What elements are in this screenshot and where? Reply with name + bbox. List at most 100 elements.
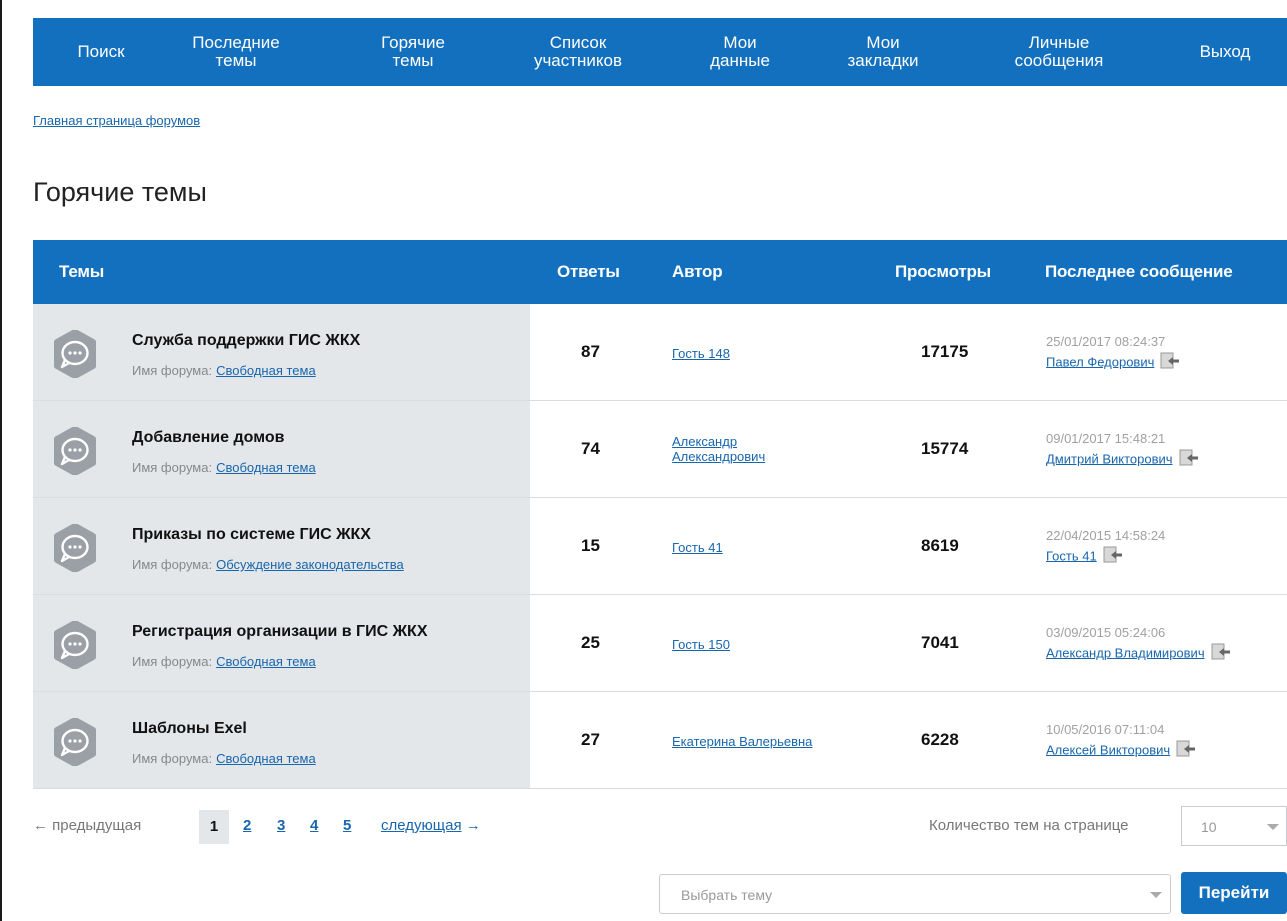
go-to-post-icon[interactable] [1176,740,1196,762]
last-message-author-link[interactable]: Павел Федорович [1046,354,1154,369]
page-link-5[interactable]: 5 [343,817,351,834]
views-count: 6228 [921,730,959,749]
chat-bubble-icon [51,717,99,767]
table-row: Служба поддержки ГИС ЖКХ Имя форума: Свобо… [33,304,1287,401]
page-link-2[interactable]: 2 [243,817,251,834]
page-link-4[interactable]: 4 [310,817,318,834]
last-message-date: 10/05/2016 07:11:04 [1046,722,1165,737]
forum-label: Имя форума: [132,654,213,669]
page-title: Горячие темы [33,177,207,207]
forum-label: Имя форума: [132,557,213,572]
chevron-down-icon [1150,892,1162,898]
nav-my-data[interactable]: Мои данные [710,34,770,70]
author-link[interactable]: Екатерина Валерьевна [672,734,812,749]
nav-hot-topics[interactable]: Горячие темы [381,34,445,70]
forum-label: Имя форума: [132,460,213,475]
pagination-prev: ← предыдущая [33,817,142,834]
forum-link[interactable]: Свободная тема [216,460,316,475]
pagination-next-label: следующая [381,817,462,834]
replies-count: 87 [581,342,600,361]
per-page-select[interactable]: 10 [1181,806,1287,846]
per-page-label: Количество тем на странице [929,817,1129,834]
table-row: Приказы по системе ГИС ЖКХ Имя форума: Обс… [33,498,1287,595]
chevron-down-icon [1267,824,1279,830]
page-current: 1 [199,810,229,844]
views-count: 8619 [921,536,959,555]
table-row: Регистрация организации в ГИС ЖКХ Имя фор… [33,595,1287,692]
topic-title[interactable]: Добавление домов [132,429,284,447]
last-message-author-link[interactable]: Дмитрий Викторович [1046,451,1173,466]
topic-title[interactable]: Регистрация организации в ГИС ЖКХ [132,623,427,641]
header-topics[interactable]: Темы [59,262,104,282]
chat-bubble-icon [51,620,99,670]
last-message-author-link[interactable]: Александр Владимирович [1046,645,1205,660]
topic-title[interactable]: Шаблоны Exel [132,720,247,738]
go-to-post-icon[interactable] [1103,546,1123,568]
forum-link[interactable]: Свободная тема [216,654,316,669]
page-link-3[interactable]: 3 [277,817,285,834]
forum-link[interactable]: Обсуждение законодательства [216,557,404,572]
nav-my-bookmarks[interactable]: Мои закладки [847,34,918,70]
table-row: Шаблоны Exel Имя форума: Свободная тема 27 Е… [33,692,1287,789]
last-message-author: Александр Владимирович [1046,643,1256,665]
chat-bubble-icon [51,426,99,476]
forum-info: Имя форума: Свободная тема [132,363,316,378]
topic-select[interactable]: Выбрать тему [659,874,1171,914]
replies-count: 27 [581,730,600,749]
go-button[interactable]: Перейти [1181,872,1287,914]
header-author[interactable]: Автор [672,262,723,282]
arrow-right-icon: → [465,817,481,834]
topic-select-placeholder: Выбрать тему [681,887,773,903]
window-border [0,0,2,921]
last-message-author: Алексей Викторович [1046,740,1256,762]
forum-label: Имя форума: [132,751,213,766]
forum-link[interactable]: Свободная тема [216,751,316,766]
topic-cell [33,304,530,400]
topic-title[interactable]: Приказы по системе ГИС ЖКХ [132,526,371,544]
nav-members-list[interactable]: Список участников [534,34,622,70]
go-to-post-icon[interactable] [1211,643,1231,665]
topic-cell [33,498,530,594]
go-to-post-icon[interactable] [1160,352,1180,374]
last-message-author: Гость 41 [1046,546,1256,568]
header-last-message[interactable]: Последнее сообщение [1045,262,1233,282]
header-views[interactable]: Просмотры [895,262,991,282]
forum-info: Имя форума: Свободная тема [132,654,316,669]
last-message-author-link[interactable]: Гость 41 [1046,548,1097,563]
last-message-date: 22/04/2015 14:58:24 [1046,528,1166,543]
views-count: 17175 [921,342,969,361]
replies-count: 25 [581,633,600,652]
last-message-author: Павел Федорович [1046,352,1256,374]
author-link[interactable]: Гость 41 [672,540,723,555]
nav-logout[interactable]: Выход [1200,43,1251,61]
nav-private-messages[interactable]: Личные сообщения [1015,34,1104,70]
forum-link[interactable]: Свободная тема [216,363,316,378]
table-row: Добавление домов Имя форума: Свободная тем… [33,401,1287,498]
replies-count: 15 [581,536,600,555]
nav-search[interactable]: Поиск [77,43,124,61]
author-link[interactable]: Гость 148 [672,346,730,361]
author-link[interactable]: Гость 150 [672,637,730,652]
forum-info: Имя форума: Свободная тема [132,460,316,475]
topic-cell [33,692,530,788]
top-navigation: Поиск Последние темы Горячие темы Список… [33,18,1287,86]
per-page-value: 10 [1201,819,1217,835]
chat-bubble-icon [51,329,99,379]
views-count: 7041 [921,633,959,652]
nav-recent-topics[interactable]: Последние темы [192,34,279,70]
last-message-date: 03/09/2015 05:24:06 [1046,625,1166,640]
topic-cell [33,401,530,497]
last-message-date: 25/01/2017 08:24:37 [1046,334,1166,349]
go-to-post-icon[interactable] [1179,449,1199,471]
author-link[interactable]: Александр Александрович [672,434,765,464]
row-divider [33,788,1287,789]
pagination-next[interactable]: следующая → [381,817,481,834]
breadcrumb-forums-home[interactable]: Главная страница форумов [33,113,200,128]
forum-info: Имя форума: Свободная тема [132,751,316,766]
topic-title[interactable]: Служба поддержки ГИС ЖКХ [132,332,360,350]
forum-label: Имя форума: [132,363,213,378]
header-replies[interactable]: Ответы [557,262,620,282]
forum-info: Имя форума: Обсуждение законодательства [132,557,404,572]
last-message-author: Дмитрий Викторович [1046,449,1256,471]
last-message-author-link[interactable]: Алексей Викторович [1046,742,1170,757]
